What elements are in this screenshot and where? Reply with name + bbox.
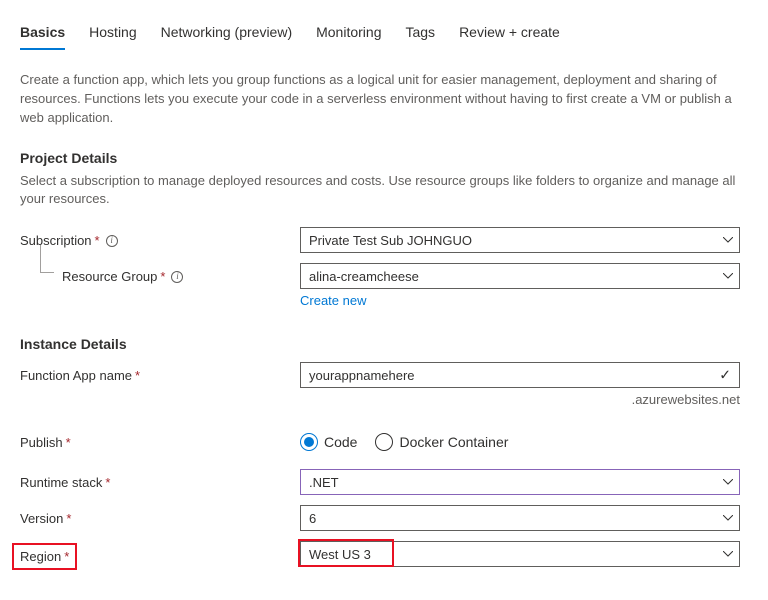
region-label-wrap: Region* (20, 541, 300, 570)
resource-group-select[interactable]: alina-creamcheese (300, 263, 740, 289)
runtime-label: Runtime stack* (20, 469, 300, 490)
region-highlight: Region* (12, 543, 77, 570)
runtime-select[interactable]: .NET (300, 469, 740, 495)
publish-radio-group: Code Docker Container (300, 429, 740, 451)
project-details-desc: Select a subscription to manage deployed… (20, 172, 748, 210)
publish-label: Publish* (20, 429, 300, 450)
subscription-label: Subscription* i (20, 227, 300, 248)
version-select[interactable]: 6 (300, 505, 740, 531)
publish-docker-radio[interactable]: Docker Container (375, 433, 508, 451)
info-icon[interactable]: i (171, 271, 183, 283)
tab-basics[interactable]: Basics (20, 24, 65, 50)
tab-hosting[interactable]: Hosting (89, 24, 136, 50)
appname-input[interactable]: yourappnamehere ✓ (300, 362, 740, 388)
chevron-down-icon (723, 551, 733, 557)
tree-connector (40, 245, 54, 273)
instance-details-title: Instance Details (20, 336, 748, 352)
info-icon[interactable]: i (106, 235, 118, 247)
version-label: Version* (20, 505, 300, 526)
chevron-down-icon (723, 273, 733, 279)
tab-review[interactable]: Review + create (459, 24, 560, 50)
subscription-select[interactable]: Private Test Sub JOHNGUO (300, 227, 740, 253)
checkmark-icon: ✓ (719, 367, 731, 384)
project-details-title: Project Details (20, 150, 748, 166)
tab-networking[interactable]: Networking (preview) (161, 24, 292, 50)
tabs-bar: Basics Hosting Networking (preview) Moni… (20, 0, 748, 51)
tab-monitoring[interactable]: Monitoring (316, 24, 381, 50)
resource-group-label: Resource Group* i (20, 263, 300, 284)
chevron-down-icon (723, 479, 733, 485)
region-select[interactable]: West US 3 (300, 541, 740, 567)
appname-suffix: .azurewebsites.net (300, 392, 740, 407)
appname-label: Function App name* (20, 362, 300, 383)
chevron-down-icon (723, 515, 733, 521)
create-new-link[interactable]: Create new (300, 293, 366, 308)
publish-code-radio[interactable]: Code (300, 433, 357, 451)
intro-text: Create a function app, which lets you gr… (20, 71, 748, 128)
chevron-down-icon (723, 237, 733, 243)
tab-tags[interactable]: Tags (405, 24, 435, 50)
